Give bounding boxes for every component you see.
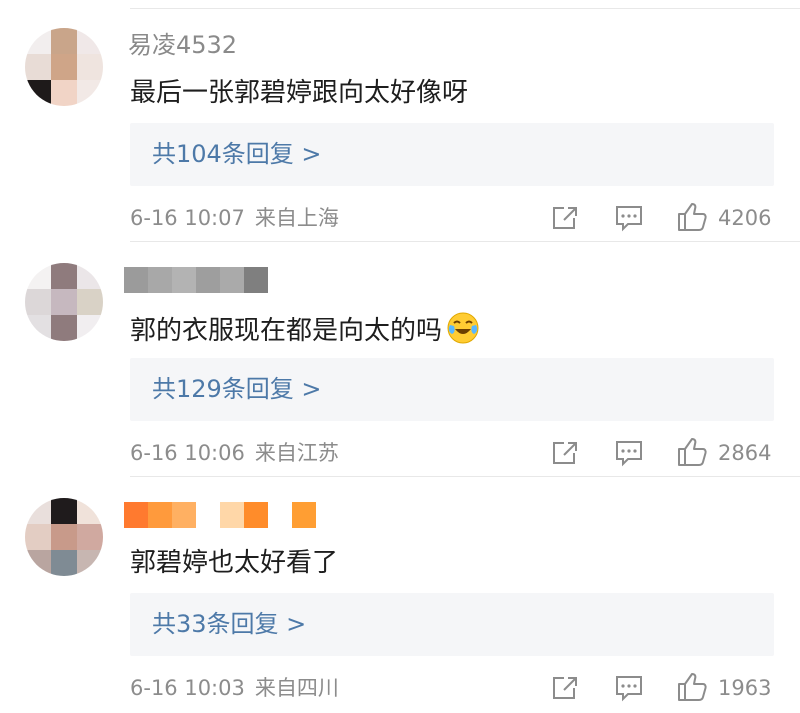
comment-meta: 6-16 10:07 来自上海 xyxy=(130,200,339,236)
view-replies-link[interactable]: 共129条回复 > xyxy=(152,358,322,421)
comment-text: 郭碧婷也太好看了 xyxy=(130,546,338,580)
like-count: 4206 xyxy=(718,206,772,230)
avatar-pixel xyxy=(51,263,77,289)
comment-item: 郭的衣服现在都是向太的吗 共129条回复 > 6-16 10:06 来自江苏 2… xyxy=(0,243,800,478)
username-mosaic-pixel xyxy=(148,502,172,528)
comment-icon[interactable] xyxy=(614,674,644,702)
timestamp: 6-16 10:07 xyxy=(130,206,245,230)
share-icon[interactable] xyxy=(550,439,580,467)
avatar[interactable] xyxy=(25,498,103,576)
avatar-pixel xyxy=(25,80,51,106)
timestamp: 6-16 10:03 xyxy=(130,676,245,700)
comment-text-body: 郭的衣服现在都是向太的吗 xyxy=(130,316,443,346)
comment-text-body: 最后一张郭碧婷跟向太好像呀 xyxy=(130,78,469,108)
avatar[interactable] xyxy=(25,263,103,341)
avatar-pixel xyxy=(51,28,77,54)
avatar-pixel xyxy=(77,28,103,54)
timestamp: 6-16 10:06 xyxy=(130,441,245,465)
avatar-pixel xyxy=(77,263,103,289)
username-mosaic-pixel xyxy=(244,502,268,528)
avatar-pixel xyxy=(51,524,77,550)
avatar-pixel xyxy=(25,315,51,341)
location: 来自四川 xyxy=(254,676,339,700)
comment-list: 易凌4532 最后一张郭碧婷跟向太好像呀 共104条回复 > 6-16 10:0… xyxy=(0,0,800,702)
location: 来自江苏 xyxy=(254,441,339,465)
avatar-pixel xyxy=(51,550,77,576)
username-mosaic-pixel xyxy=(220,267,244,293)
like-count: 1963 xyxy=(718,676,772,700)
username-mosaic-pixel xyxy=(220,502,244,528)
view-replies-link[interactable]: 共33条回复 > xyxy=(152,593,306,656)
comment-icon[interactable] xyxy=(614,439,644,467)
like-icon[interactable] xyxy=(676,672,708,702)
share-icon[interactable] xyxy=(550,204,580,232)
avatar-pixel xyxy=(25,289,51,315)
username-mosaic-pixel xyxy=(148,267,172,293)
replies-box[interactable]: 共33条回复 > xyxy=(130,593,774,656)
like-icon[interactable] xyxy=(676,437,708,467)
avatar-pixel xyxy=(51,54,77,80)
comment-footer: 6-16 10:07 来自上海 4206 xyxy=(130,200,780,236)
comment-meta: 6-16 10:03 来自四川 xyxy=(130,670,339,706)
comment-item: 郭碧婷也太好看了 共33条回复 > 6-16 10:03 来自四川 1963 xyxy=(0,478,800,713)
laughing-crying-emoji-icon xyxy=(446,311,480,345)
comment-icon[interactable] xyxy=(614,204,644,232)
replies-box[interactable]: 共104条回复 > xyxy=(130,123,774,186)
username-mosaic xyxy=(124,267,268,293)
location: 来自上海 xyxy=(254,206,339,230)
username-mosaic-pixel xyxy=(172,502,196,528)
comment-text: 郭的衣服现在都是向太的吗 xyxy=(130,311,480,348)
username-mosaic-pixel xyxy=(172,267,196,293)
avatar-pixel xyxy=(25,54,51,80)
share-icon[interactable] xyxy=(550,674,580,702)
avatar-pixel xyxy=(25,550,51,576)
comment-text-body: 郭碧婷也太好看了 xyxy=(130,548,339,578)
avatar-pixel xyxy=(77,289,103,315)
divider xyxy=(130,476,800,477)
avatar-pixel xyxy=(25,263,51,289)
username-mosaic-pixel xyxy=(196,502,220,528)
avatar-pixel xyxy=(77,524,103,550)
divider xyxy=(130,241,800,242)
avatar-pixel xyxy=(25,524,51,550)
username-mosaic-pixel xyxy=(292,502,316,528)
username-mosaic-pixel xyxy=(268,502,292,528)
username-mosaic xyxy=(124,502,316,528)
avatar-pixel xyxy=(51,498,77,524)
avatar-pixel xyxy=(77,54,103,80)
avatar-pixel xyxy=(77,315,103,341)
like-count: 2864 xyxy=(718,441,772,465)
view-replies-link[interactable]: 共104条回复 > xyxy=(152,123,322,186)
replies-box[interactable]: 共129条回复 > xyxy=(130,358,774,421)
comment-footer: 6-16 10:06 来自江苏 2864 xyxy=(130,435,780,471)
comment-item: 易凌4532 最后一张郭碧婷跟向太好像呀 共104条回复 > 6-16 10:0… xyxy=(0,8,800,243)
avatar-pixel xyxy=(77,498,103,524)
comment-meta: 6-16 10:06 来自江苏 xyxy=(130,435,339,471)
avatar-pixel xyxy=(51,315,77,341)
comment-footer: 6-16 10:03 来自四川 1963 xyxy=(130,670,780,706)
comment-text: 最后一张郭碧婷跟向太好像呀 xyxy=(130,76,468,110)
avatar-pixel xyxy=(25,28,51,54)
avatar-pixel xyxy=(51,289,77,315)
avatar[interactable] xyxy=(25,28,103,106)
avatar-pixel xyxy=(77,80,103,106)
avatar-pixel xyxy=(25,498,51,524)
username-mosaic-pixel xyxy=(244,267,268,293)
like-icon[interactable] xyxy=(676,202,708,232)
username-mosaic-pixel xyxy=(124,267,148,293)
avatar-pixel xyxy=(51,80,77,106)
username[interactable]: 易凌4532 xyxy=(128,30,268,60)
username-mosaic-pixel xyxy=(124,502,148,528)
username-mosaic-pixel xyxy=(196,267,220,293)
avatar-pixel xyxy=(77,550,103,576)
